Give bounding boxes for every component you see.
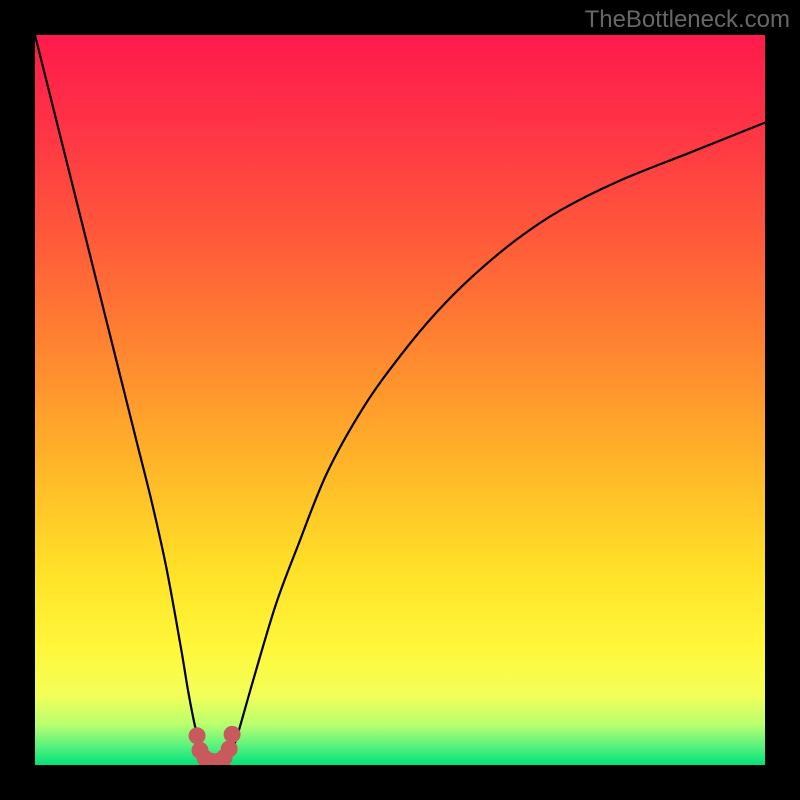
- marker-dot: [189, 727, 206, 744]
- bottleneck-chart: [35, 35, 765, 765]
- plot-area: [35, 35, 765, 765]
- marker-dot: [224, 726, 241, 743]
- watermark-text: TheBottleneck.com: [585, 6, 790, 34]
- outer-frame: TheBottleneck.com: [0, 0, 800, 800]
- gradient-background: [35, 35, 765, 765]
- marker-dot: [221, 740, 238, 757]
